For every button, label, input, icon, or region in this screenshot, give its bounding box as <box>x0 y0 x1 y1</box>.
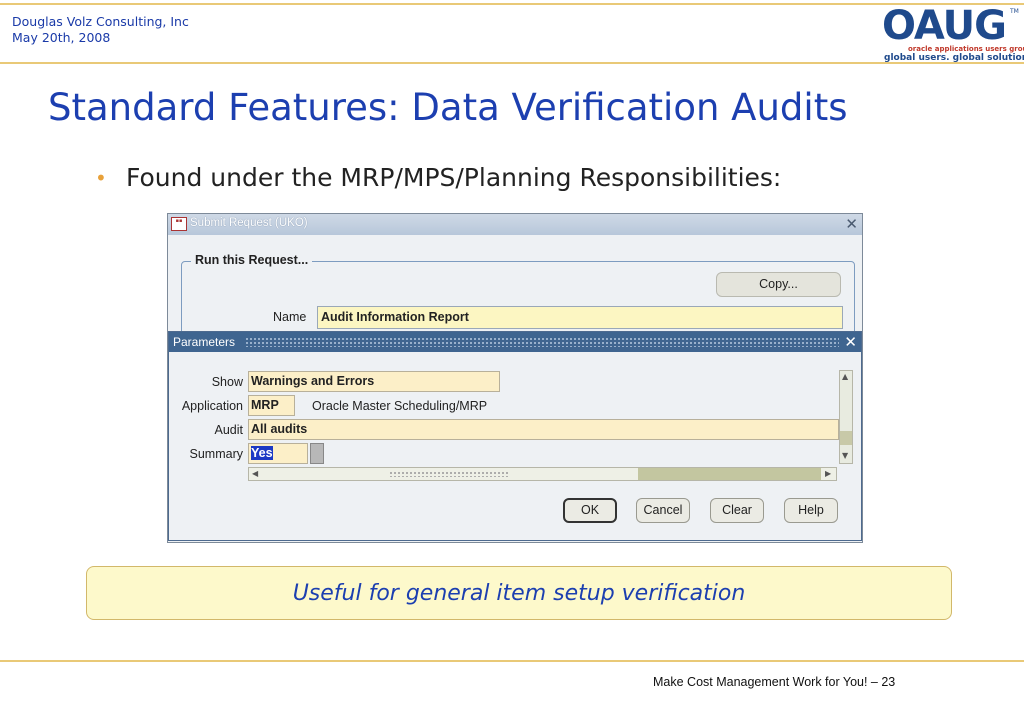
scroll-left-icon[interactable]: ◀ <box>252 469 258 478</box>
submit-request-title: Submit Request (UKO) <box>190 217 308 229</box>
run-request-label: Run this Request... <box>191 253 313 267</box>
application-label: Application <box>181 399 243 413</box>
footer-rule <box>0 660 1024 662</box>
logo-subtitle: oracle applications users group <box>908 45 1024 53</box>
horizontal-scroll-thumb[interactable] <box>638 468 821 480</box>
summary-list-button[interactable] <box>310 443 324 464</box>
show-label: Show <box>211 375 243 389</box>
company-name: Douglas Volz Consulting, Inc <box>12 14 189 29</box>
name-label: Name <box>273 310 307 324</box>
bullet-icon: • <box>95 166 107 190</box>
logo-tagline: global users. global solutions. <box>884 53 1024 63</box>
callout-box: Useful for general item setup verificati… <box>86 566 952 620</box>
header-top-rule <box>0 3 1024 5</box>
scroll-right-icon[interactable]: ▶ <box>825 469 831 478</box>
summary-selected-text: Yes <box>251 446 273 460</box>
parameters-titlebar[interactable]: Parameters ✕ <box>169 332 861 352</box>
horizontal-scroll-grip <box>389 471 509 477</box>
bullet-text: Found under the MRP/MPS/Planning Respons… <box>126 163 782 192</box>
application-field[interactable]: MRP <box>248 395 295 416</box>
header-bottom-rule <box>0 62 1024 64</box>
submit-request-titlebar[interactable]: ▪▪ Submit Request (UKO) ✕ <box>168 214 862 235</box>
name-field[interactable]: Audit Information Report <box>317 306 843 329</box>
help-button[interactable]: Help <box>784 498 838 523</box>
vertical-scrollbar[interactable]: ▲ ▼ <box>839 370 853 464</box>
horizontal-scrollbar[interactable]: ◀ ▶ <box>248 467 837 481</box>
scroll-down-icon[interactable]: ▼ <box>842 451 848 460</box>
application-description: Oracle Master Scheduling/MRP <box>312 399 488 413</box>
parameters-title: Parameters <box>173 335 236 349</box>
audit-label: Audit <box>214 423 244 437</box>
oaug-logo: OAUG TM oracle applications users group … <box>880 3 1024 64</box>
copy-button[interactable]: Copy... <box>716 272 841 297</box>
parameters-window: Parameters ✕ Show Warnings and Errors Ap… <box>168 331 862 541</box>
cancel-button[interactable]: Cancel <box>636 498 690 523</box>
titlebar-grip <box>245 337 839 347</box>
footer-text: Make Cost Management Work for You! – 23 <box>653 675 896 689</box>
ok-button[interactable]: OK <box>563 498 617 523</box>
close-icon[interactable]: ✕ <box>845 215 858 233</box>
logo-tm: TM <box>1010 8 1019 15</box>
slide-title: Standard Features: Data Verification Aud… <box>48 86 848 129</box>
vertical-scroll-thumb[interactable] <box>840 431 852 445</box>
summary-label: Summary <box>189 447 243 461</box>
scroll-up-icon[interactable]: ▲ <box>842 372 848 381</box>
clear-button[interactable]: Clear <box>710 498 764 523</box>
presentation-date: May 20th, 2008 <box>12 30 111 45</box>
callout-text: Useful for general item setup verificati… <box>292 581 746 606</box>
company-info: Douglas Volz Consulting, Inc May 20th, 2… <box>12 14 189 46</box>
oracle-window-icon: ▪▪ <box>171 217 187 231</box>
audit-field[interactable]: All audits <box>248 419 839 440</box>
show-field[interactable]: Warnings and Errors <box>248 371 500 392</box>
summary-field[interactable]: Yes <box>248 443 308 464</box>
logo-text: OAUG <box>882 3 1007 49</box>
close-icon[interactable]: ✕ <box>844 333 857 351</box>
